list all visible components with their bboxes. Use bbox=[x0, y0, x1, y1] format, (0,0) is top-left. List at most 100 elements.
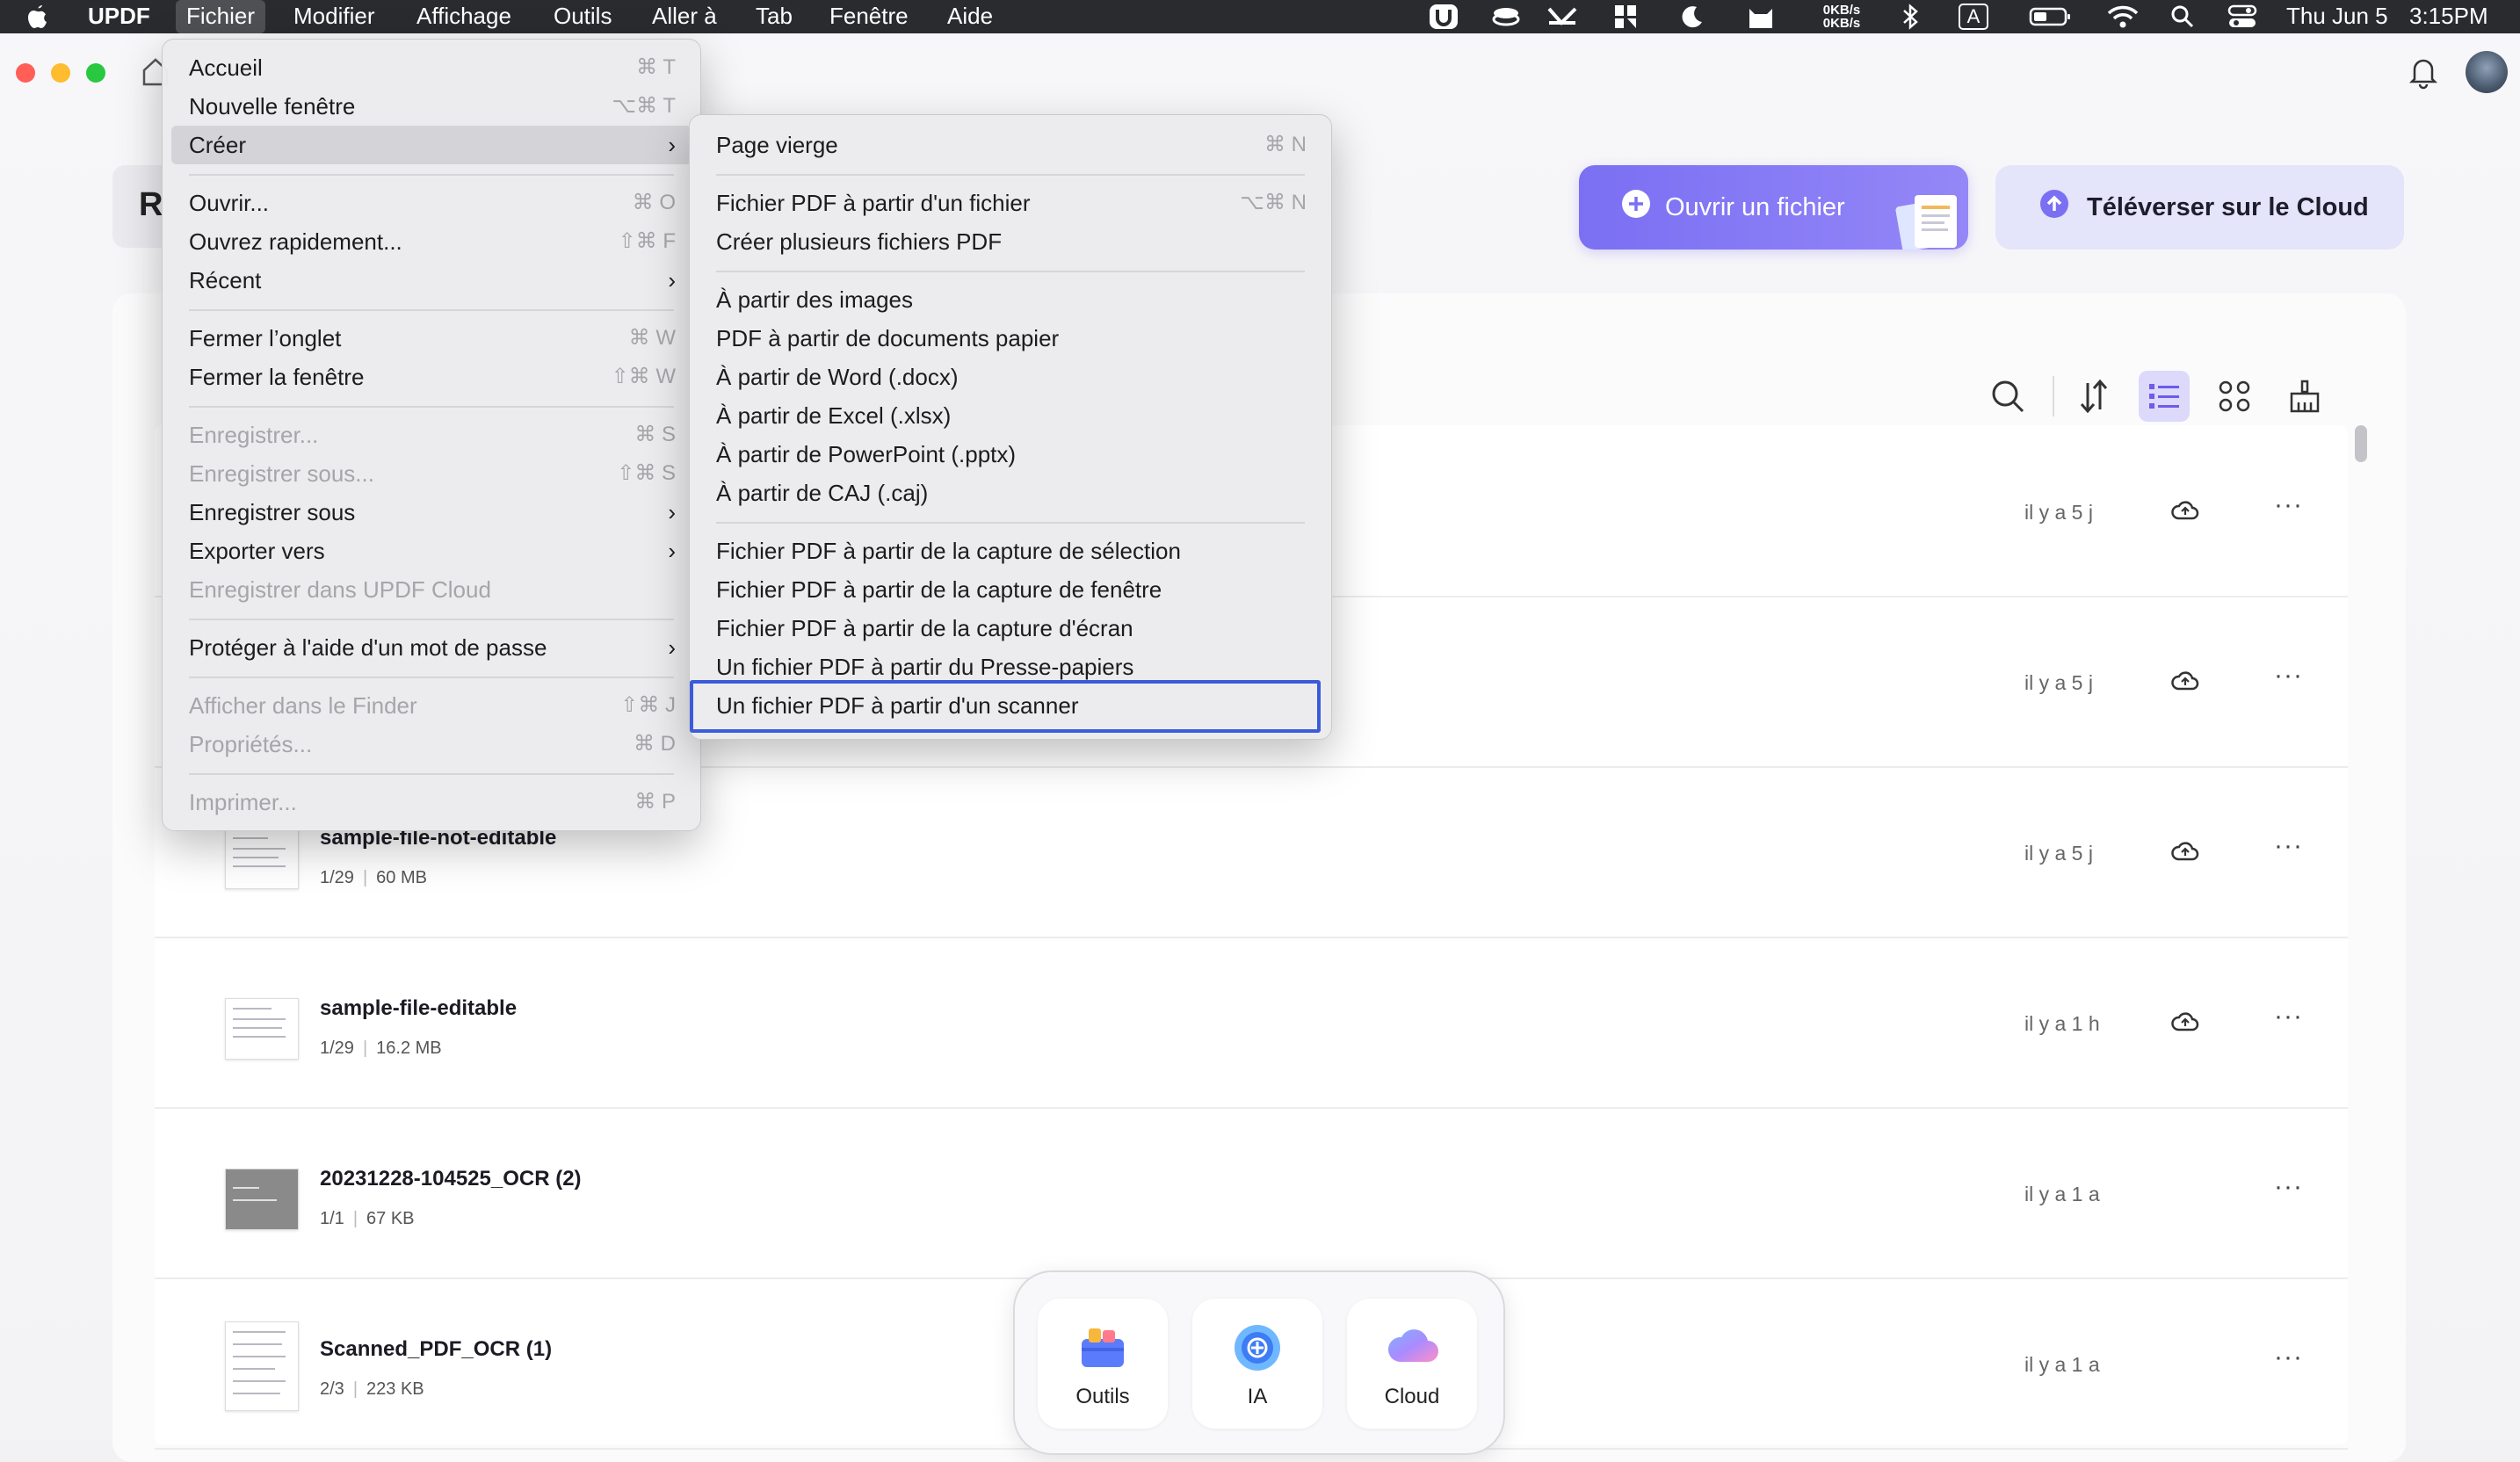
submenu-item-pdf-from-file[interactable]: Fichier PDF à partir d'un fichier ⌥⌘ N bbox=[699, 184, 1322, 222]
notification-bell-icon[interactable] bbox=[2408, 54, 2439, 94]
menu-item-proprietes[interactable]: Propriétés... ⌘ D bbox=[171, 725, 692, 764]
menubar-date[interactable]: Thu Jun 5 bbox=[2286, 0, 2388, 33]
menu-item-exporter-vers[interactable]: Exporter vers › bbox=[171, 532, 692, 570]
menu-tab[interactable]: Tab bbox=[756, 0, 793, 33]
submenu-item-from-excel[interactable]: À partir de Excel (.xlsx) bbox=[699, 396, 1322, 435]
submenu-item-from-word[interactable]: À partir de Word (.docx) bbox=[699, 358, 1322, 396]
submenu-item-from-caj[interactable]: À partir de CAJ (.caj) bbox=[699, 474, 1322, 512]
menu-fenetre[interactable]: Fenêtre bbox=[829, 0, 909, 33]
menu-separator bbox=[716, 522, 1305, 524]
upload-arrow-icon bbox=[2039, 189, 2069, 226]
apple-icon[interactable] bbox=[26, 4, 49, 37]
menu-item-shortcut: ⌥⌘ T bbox=[612, 94, 676, 118]
menu-fichier[interactable]: Fichier bbox=[176, 0, 266, 33]
submenu-item-page-vierge[interactable]: Page vierge ⌘ N bbox=[699, 126, 1322, 164]
menubar-time[interactable]: 3:15PM bbox=[2409, 0, 2488, 33]
search-icon[interactable] bbox=[1982, 371, 2033, 422]
net-down-text: 0KB/s bbox=[1822, 16, 1861, 31]
menu-app-name[interactable]: UPDF bbox=[88, 0, 150, 33]
submenu-item-from-images[interactable]: À partir des images bbox=[699, 280, 1322, 319]
bluetooth-icon[interactable] bbox=[1898, 3, 1923, 31]
submenu-item-from-powerpoint[interactable]: À partir de PowerPoint (.pptx) bbox=[699, 435, 1322, 474]
menu-item-accueil[interactable]: Accueil ⌘ T bbox=[171, 48, 692, 87]
submenu-item-label: À partir de Excel (.xlsx) bbox=[716, 402, 952, 429]
file-thumbnail bbox=[225, 1169, 299, 1230]
file-row[interactable]: sample-file-editable 1/29 | 16.2 MB il y a… bbox=[155, 937, 2348, 1109]
menu-item-recent[interactable]: Récent › bbox=[171, 261, 692, 300]
stack-status-icon[interactable] bbox=[1490, 3, 1522, 31]
submenu-item-screen-capture[interactable]: Fichier PDF à partir de la capture d'écr… bbox=[699, 609, 1322, 648]
dock-cloud-button[interactable]: Cloud bbox=[1347, 1299, 1477, 1429]
menu-item-label: Récent bbox=[189, 267, 262, 293]
user-avatar[interactable] bbox=[2466, 51, 2508, 93]
menu-outils[interactable]: Outils bbox=[554, 0, 612, 33]
file-pages: 1/1 bbox=[320, 1209, 344, 1228]
menu-item-label: Accueil bbox=[189, 54, 263, 81]
menu-aller-a[interactable]: Aller à bbox=[652, 0, 717, 33]
more-options-icon[interactable]: ··· bbox=[2274, 1002, 2303, 1031]
file-row[interactable]: 20231228-104525_OCR (2) 1/1 | 67 KB il y a… bbox=[155, 1107, 2348, 1279]
dock-tools-button[interactable]: Outils bbox=[1038, 1299, 1168, 1429]
menu-item-ouvrez-rapidement[interactable]: Ouvrez rapidement... ⇧⌘ F bbox=[171, 222, 692, 261]
submenu-item-multiple-pdf[interactable]: Créer plusieurs fichiers PDF bbox=[699, 222, 1322, 261]
file-menu: Accueil ⌘ T Nouvelle fenêtre ⌥⌘ T Créer › O… bbox=[162, 39, 701, 831]
menu-item-shortcut: ⇧⌘ W bbox=[611, 365, 676, 388]
submenu-item-window-capture[interactable]: Fichier PDF à partir de la capture de fe… bbox=[699, 570, 1322, 609]
list-view-icon[interactable] bbox=[2139, 371, 2190, 422]
menu-item-enregistrer-cloud[interactable]: Enregistrer dans UPDF Cloud bbox=[171, 570, 692, 609]
cloud-sync-icon[interactable] bbox=[2170, 836, 2200, 866]
submenu-item-label: À partir des images bbox=[716, 286, 913, 313]
moon-status-icon[interactable] bbox=[1678, 3, 1706, 31]
menu-item-enregistrer[interactable]: Enregistrer... ⌘ S bbox=[171, 416, 692, 454]
menu-item-fermer-fenetre[interactable]: Fermer la fenêtre ⇧⌘ W bbox=[171, 358, 692, 396]
wifi-icon[interactable] bbox=[2105, 3, 2140, 31]
menu-item-creer[interactable]: Créer › bbox=[171, 126, 692, 164]
more-options-icon[interactable]: ··· bbox=[2274, 490, 2303, 520]
cloud-sync-icon[interactable] bbox=[2170, 496, 2200, 525]
more-options-icon[interactable]: ··· bbox=[2274, 831, 2303, 861]
menu-aide[interactable]: Aide bbox=[947, 0, 993, 33]
grid-status-icon[interactable] bbox=[1611, 3, 1640, 31]
tray-status-icon[interactable] bbox=[1545, 3, 1580, 31]
menu-item-fermer-onglet[interactable]: Fermer l’onglet ⌘ W bbox=[171, 319, 692, 358]
menu-item-ouvrir[interactable]: Ouvrir... ⌘ O bbox=[171, 184, 692, 222]
more-options-icon[interactable]: ··· bbox=[2274, 1343, 2303, 1372]
submenu-item-from-paper[interactable]: PDF à partir de documents papier bbox=[699, 319, 1322, 358]
close-window-button[interactable] bbox=[16, 63, 35, 83]
battery-icon[interactable] bbox=[2028, 3, 2072, 31]
menu-item-shortcut: ⇧⌘ S bbox=[617, 461, 676, 485]
menu-modifier[interactable]: Modifier bbox=[293, 0, 374, 33]
menu-item-nouvelle-fenetre[interactable]: Nouvelle fenêtre ⌥⌘ T bbox=[171, 87, 692, 126]
menu-separator bbox=[189, 309, 674, 311]
updf-status-icon[interactable] bbox=[1427, 3, 1460, 31]
input-source-icon[interactable]: A bbox=[1954, 3, 1993, 31]
network-speed-readout: 0KB/s 0KB/s bbox=[1814, 3, 1870, 31]
more-options-icon[interactable]: ··· bbox=[2274, 661, 2303, 691]
upload-cloud-button[interactable]: Téléverser sur le Cloud bbox=[1995, 165, 2404, 250]
cloud-sync-icon[interactable] bbox=[2170, 666, 2200, 696]
file-name: sample-file-editable bbox=[320, 996, 518, 1020]
more-options-icon[interactable]: ··· bbox=[2274, 1172, 2303, 1202]
menu-item-label: Nouvelle fenêtre bbox=[189, 93, 356, 119]
menu-item-imprimer[interactable]: Imprimer... ⌘ P bbox=[171, 783, 692, 821]
control-center-icon[interactable] bbox=[2227, 3, 2258, 31]
clear-broom-icon[interactable] bbox=[2279, 371, 2330, 422]
menu-item-label: Fermer l’onglet bbox=[189, 325, 342, 351]
cat-status-icon[interactable] bbox=[1745, 3, 1777, 31]
menu-affichage[interactable]: Affichage bbox=[416, 0, 511, 33]
submenu-item-selection-capture[interactable]: Fichier PDF à partir de la capture de sé… bbox=[699, 532, 1322, 570]
cloud-sync-icon[interactable] bbox=[2170, 1007, 2200, 1037]
open-file-button[interactable]: Ouvrir un fichier bbox=[1579, 165, 1968, 250]
menu-item-enregistrer-sous-dots[interactable]: Enregistrer sous... ⇧⌘ S bbox=[171, 454, 692, 493]
menu-item-afficher-finder[interactable]: Afficher dans le Finder ⇧⌘ J bbox=[171, 686, 692, 725]
menu-item-enregistrer-sous[interactable]: Enregistrer sous › bbox=[171, 493, 692, 532]
spotlight-search-icon[interactable] bbox=[2169, 3, 2197, 31]
dock-ai-button[interactable]: IA bbox=[1192, 1299, 1322, 1429]
minimize-window-button[interactable] bbox=[51, 63, 70, 83]
list-scrollbar[interactable] bbox=[2355, 425, 2367, 462]
zoom-window-button[interactable] bbox=[86, 63, 105, 83]
sort-icon[interactable] bbox=[2068, 371, 2119, 422]
grid-view-icon[interactable] bbox=[2209, 371, 2260, 422]
menu-item-proteger-mot-de-passe[interactable]: Protéger à l'aide d'un mot de passe › bbox=[171, 628, 692, 667]
menu-item-label: Fermer la fenêtre bbox=[189, 364, 365, 390]
